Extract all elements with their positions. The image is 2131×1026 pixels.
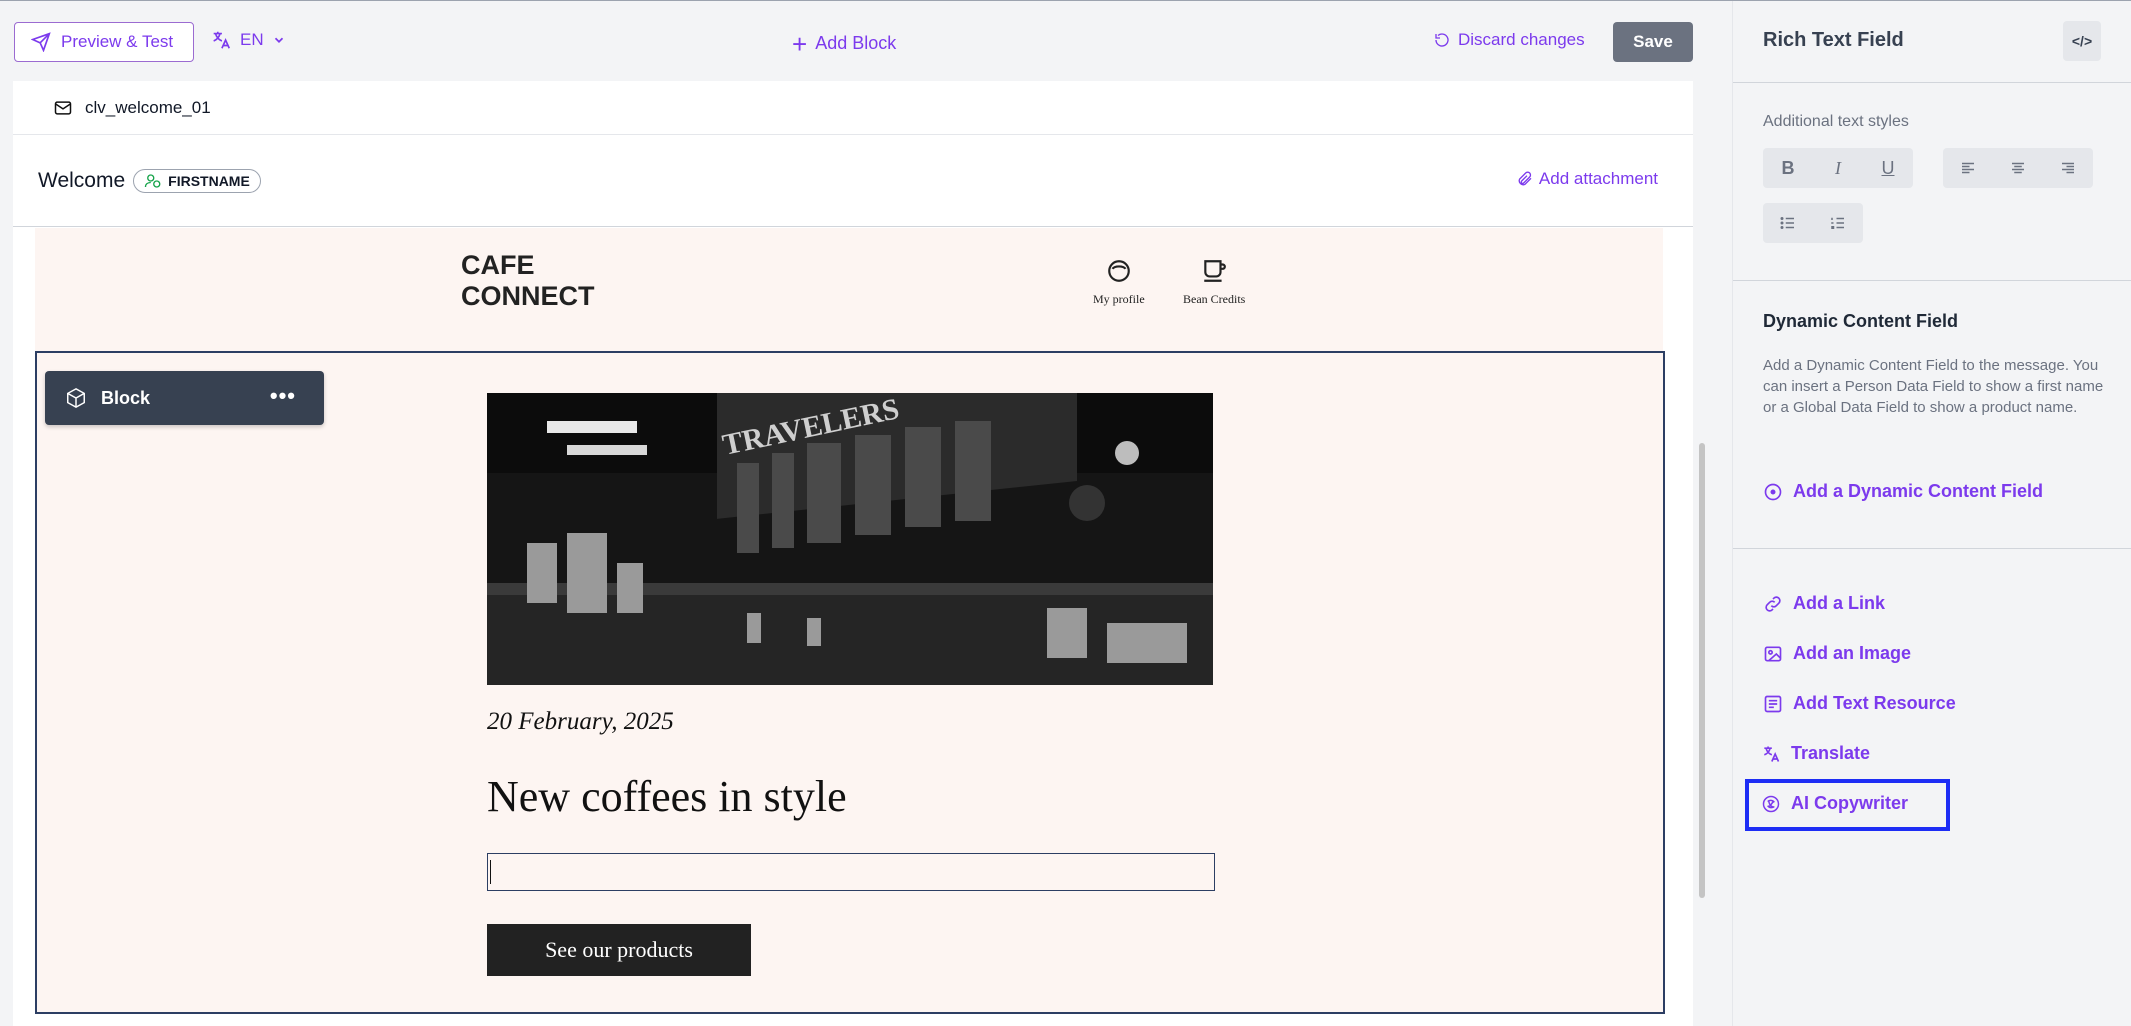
italic-button[interactable]: I [1813,148,1863,188]
translate-label: Translate [1791,743,1871,763]
save-label: Save [1633,32,1673,51]
language-label: EN [240,30,264,49]
add-link-button[interactable]: Add a Link [1763,593,1885,614]
align-left-icon [1962,162,1974,174]
subject-text[interactable]: Welcome [38,169,125,193]
highlight-frame [1745,779,1950,831]
add-link-label: Add a Link [1793,593,1886,613]
editor-scrollbar[interactable] [1699,443,1705,898]
nav-my-profile[interactable]: My profile [1093,258,1145,307]
text-styles-label: Additional text styles [1763,113,1909,130]
plus-circle-icon [1764,483,1782,500]
link-icon [1765,595,1781,612]
dynamic-content-section: Dynamic Content Field Add a Dynamic Cont… [1733,281,2131,549]
preview-test-label: Preview & Test [61,32,174,51]
discard-label: Discard changes [1458,30,1585,49]
email-headline[interactable]: New coffees in style [487,771,847,822]
hero-image[interactable]: TRAVELERS [487,393,1213,685]
plus-icon: + [792,28,808,59]
nav-bean-credits[interactable]: Bean Credits [1183,258,1245,307]
align-right-icon [2062,162,2074,174]
firstname-chip-label: FIRSTNAME [168,172,250,189]
dynamic-content-description: Add a Dynamic Content Field to the messa… [1763,357,2104,416]
bullet-list-button[interactable] [1763,203,1813,243]
rich-text-field-input[interactable] [487,853,1215,891]
coffee-cup-icon [1204,260,1227,282]
align-center-button[interactable] [1993,148,2043,188]
add-attachment-button[interactable]: Add attachment [1517,169,1658,189]
undo-icon [1435,33,1449,47]
paperclip-icon [1518,171,1532,186]
translate-button[interactable]: Translate [1761,743,1870,764]
translate-icon [213,31,231,49]
text-styles-section: Additional text styles B I U [1733,83,2131,281]
email-editor: clv_welcome_01 Welcome FIRSTNAME Add att… [13,81,1705,1026]
add-dynamic-content-label: Add a Dynamic Content Field [1793,481,2044,501]
subject-row[interactable]: Welcome FIRSTNAME Add attachment [13,135,1693,227]
bold-button[interactable]: B [1763,148,1813,188]
nav-my-profile-label: My profile [1093,292,1145,306]
app-window: Preview & Test EN + Add Block Discard ch… [0,0,2131,1026]
firstname-chip[interactable]: FIRSTNAME [133,168,261,193]
add-dynamic-content-button[interactable]: Add a Dynamic Content Field [1763,481,2043,502]
chevron-down-icon [274,37,283,43]
numbered-list-button[interactable] [1813,203,1863,243]
person-data-icon [144,173,161,188]
align-right-button[interactable] [2043,148,2093,188]
add-block-label: Add Block [815,33,897,53]
align-left-button[interactable] [1943,148,1993,188]
numbered-list-icon [1831,217,1844,229]
cube-icon [67,387,85,409]
brand-logo: CAFE CONNECT [461,250,595,312]
email-header-block[interactable]: CAFE CONNECT My profile Bean Credits [35,228,1663,351]
add-block-button[interactable]: + Add Block [792,28,897,59]
add-image-button[interactable]: Add an Image [1763,643,1911,664]
preview-test-button[interactable]: Preview & Test [14,22,194,62]
bold-icon: B [1781,157,1795,178]
save-button[interactable]: Save [1613,22,1693,62]
selected-content-block[interactable]: TRAVELERS 20 February, 2025 New coffees … [35,351,1665,1014]
block-label: Block [101,387,151,408]
brand-line-1: CAFE [461,250,535,280]
code-icon: </> [2071,33,2093,49]
add-attachment-label: Add attachment [1538,169,1658,188]
send-icon [31,32,51,52]
image-icon [1764,646,1782,661]
translate-icon [1764,746,1780,762]
text-resource-icon [1764,695,1782,712]
discard-changes-button[interactable]: Discard changes [1434,30,1585,50]
top-toolbar: Preview & Test EN + Add Block Discard ch… [0,1,1732,81]
email-canvas: CAFE CONNECT My profile Bean Credits TRA… [13,228,1693,1026]
see-products-button[interactable]: See our products [487,924,751,976]
alignment-group [1943,148,2093,188]
template-name-row: clv_welcome_01 [13,81,1693,135]
block-toolbar[interactable]: Block ••• [45,371,324,425]
email-date[interactable]: 20 February, 2025 [487,708,674,736]
panel-title: Rich Text Field [1763,29,1904,51]
list-group [1763,203,1863,243]
italic-icon: I [1835,157,1841,178]
more-options-icon[interactable]: ••• [270,383,296,409]
template-name: clv_welcome_01 [85,97,211,117]
underline-icon: U [1881,157,1895,178]
text-caret [490,860,491,884]
add-text-resource-label: Add Text Resource [1793,693,1956,713]
brand-line-2: CONNECT [461,281,595,311]
dynamic-content-title: Dynamic Content Field [1763,311,1959,331]
properties-panel: Rich Text Field </> Additional text styl… [1732,1,2131,1026]
see-products-label: See our products [545,937,693,962]
code-view-button[interactable]: </> [2063,21,2101,61]
profile-icon [1107,260,1130,282]
panel-header: Rich Text Field </> [1733,1,2131,83]
text-format-group: B I U [1763,148,1913,188]
language-selector[interactable]: EN [210,29,286,51]
align-center-icon [2012,162,2024,174]
add-text-resource-button[interactable]: Add Text Resource [1763,693,1956,714]
add-image-label: Add an Image [1793,643,1912,663]
cafe-interior-illustration: TRAVELERS [487,393,1213,685]
bullet-list-icon [1780,217,1794,229]
underline-button[interactable]: U [1863,148,1913,188]
nav-bean-credits-label: Bean Credits [1183,292,1246,306]
mail-icon [54,100,72,115]
